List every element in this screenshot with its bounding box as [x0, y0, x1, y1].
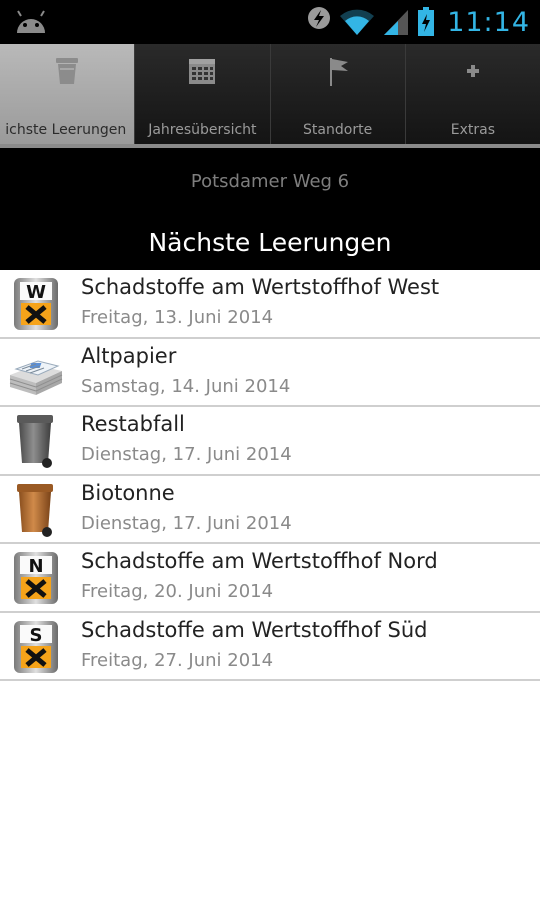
item-title: Restabfall [81, 412, 185, 436]
newspaper-stack-icon [9, 359, 63, 395]
grey-bin-icon [17, 415, 53, 468]
status-bar: 11:14 [0, 0, 540, 44]
page-title: Nächste Leerungen [148, 228, 392, 257]
calendar-icon [189, 59, 216, 84]
list-item[interactable]: W Schadstoffe am Wertstoffhof West Freit… [0, 270, 540, 339]
trash-bin-icon [56, 58, 79, 84]
list-item[interactable]: Biotonne Dienstag, 17. Juni 2014 [0, 476, 540, 544]
tab-label: ichste Leerungen [5, 122, 127, 138]
plus-icon [466, 65, 479, 77]
hazard-west-icon: W [14, 278, 58, 330]
wifi-icon [340, 9, 375, 35]
item-title: Biotonne [81, 480, 175, 505]
item-date: Samstag, 14. Juni 2014 [81, 375, 291, 397]
svg-text:W: W [26, 282, 46, 303]
item-date: Freitag, 27. Juni 2014 [81, 649, 274, 671]
battery-charging-icon [418, 7, 435, 36]
item-date: Freitag, 13. Juni 2014 [81, 307, 274, 328]
item-title: Schadstoffe am Wertstoffhof Nord [81, 549, 438, 573]
list-header: Potsdamer Weg 6 Nächste Leerungen [0, 148, 540, 270]
brown-bin-icon [17, 483, 53, 537]
item-date: Dienstag, 17. Juni 2014 [81, 444, 292, 465]
location-label[interactable]: Potsdamer Weg 6 [0, 171, 540, 192]
item-title: Schadstoffe am Wertstoffhof Süd [81, 617, 428, 642]
list-item[interactable]: Restabfall Dienstag, 17. Juni 2014 [0, 407, 540, 476]
flag-icon [329, 58, 348, 86]
signal-icon [384, 10, 409, 35]
android-icon [17, 10, 45, 33]
tab-jahresuebersicht[interactable]: Jahresübersicht [135, 44, 271, 144]
svg-text:N: N [28, 556, 43, 577]
list-item[interactable]: S Schadstoffe am Wertstoffhof Süd Freita… [0, 613, 540, 681]
lightning-icon [308, 7, 331, 37]
clock: 11:14 [447, 6, 530, 38]
hazard-south-icon: S [14, 620, 58, 673]
tab-label: Standorte [303, 122, 373, 138]
svg-text:S: S [30, 625, 43, 646]
item-title: Altpapier [81, 343, 177, 368]
tab-label: Extras [450, 122, 495, 138]
tab-naechste-leerungen[interactable]: ichste Leerungen [0, 44, 136, 144]
tab-standorte[interactable]: Standorte [271, 44, 406, 144]
list-item[interactable]: Altpapier Samstag, 14. Juni 2014 [0, 339, 540, 407]
tab-bar: ichste Leerungen Jahresübersicht Standor… [0, 44, 540, 148]
item-title: Schadstoffe am Wertstoffhof West [81, 275, 440, 299]
list-item[interactable]: N Schadstoffe am Wertstoffhof Nord Freit… [0, 544, 540, 613]
item-date: Dienstag, 17. Juni 2014 [81, 512, 292, 534]
item-date: Freitag, 20. Juni 2014 [81, 581, 274, 602]
hazard-north-icon: N [14, 552, 58, 604]
tab-extras[interactable]: Extras [406, 44, 540, 144]
collection-list: W Schadstoffe am Wertstoffhof West Freit… [0, 270, 540, 681]
tab-label: Jahresübersicht [148, 122, 257, 138]
